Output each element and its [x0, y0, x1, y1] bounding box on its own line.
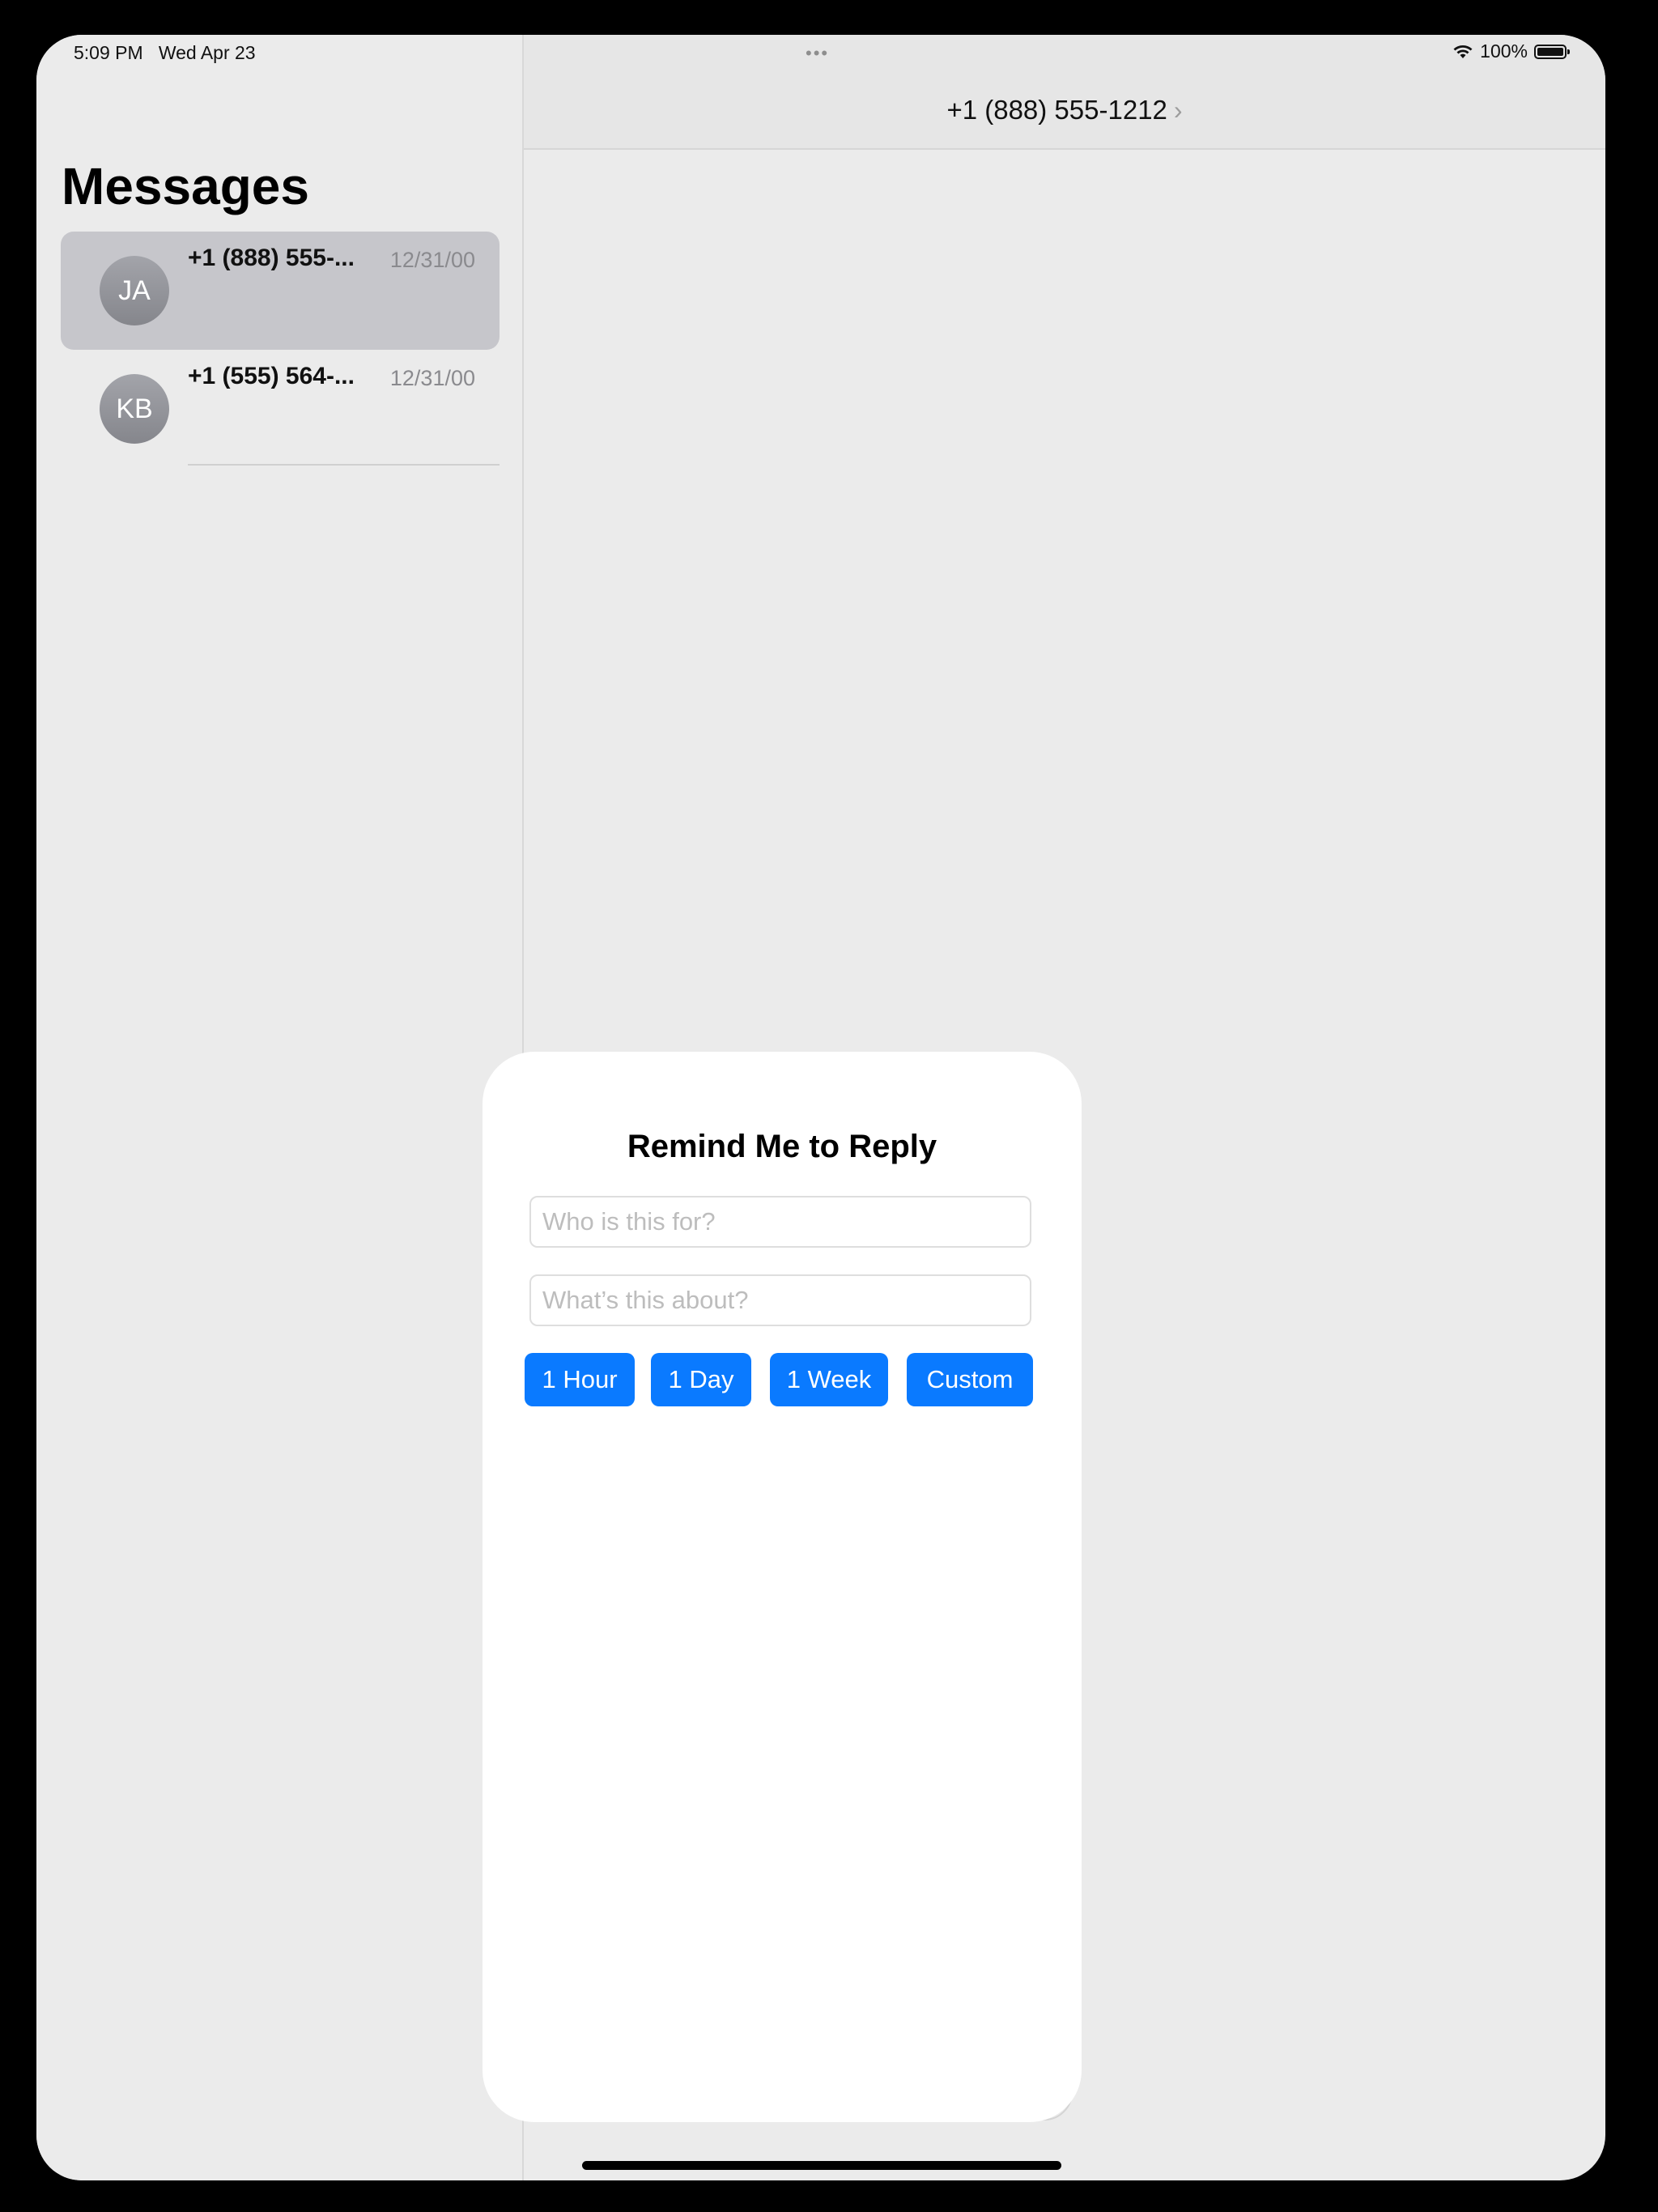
conversation-name: +1 (555) 564-... [188, 363, 355, 389]
page-title: Messages [62, 157, 309, 215]
ipad-screen: Messages JA +1 (888) 555-... 12/31/00 KB… [36, 35, 1605, 2180]
sheet-title: Remind Me to Reply [627, 1129, 937, 1164]
status-time: 5:09 PM Wed Apr 23 [74, 42, 256, 63]
battery-icon [1534, 44, 1570, 59]
multitask-dots-icon[interactable]: ••• [806, 43, 829, 64]
battery-percent: 100% [1480, 40, 1528, 62]
home-indicator[interactable] [582, 2161, 1061, 2170]
contact-title-button[interactable]: +1 (888) 555-1212 › [524, 95, 1605, 125]
avatar: JA [100, 256, 169, 325]
remind-me-sheet: Remind Me to Reply 1 Hour 1 Day 1 Week C… [483, 1052, 1082, 2122]
conversation-item-ja[interactable]: JA +1 (888) 555-... 12/31/00 [61, 232, 500, 350]
chevron-right-icon: › [1173, 96, 1183, 125]
status-indicators: 100% [1452, 40, 1570, 62]
wifi-icon [1453, 45, 1473, 58]
one-day-button[interactable]: 1 Day [651, 1353, 751, 1406]
list-divider [188, 464, 500, 466]
who-input[interactable] [529, 1196, 1031, 1248]
one-hour-button[interactable]: 1 Hour [525, 1353, 635, 1406]
one-week-button[interactable]: 1 Week [770, 1353, 888, 1406]
conversation-header: +1 (888) 555-1212 › [524, 35, 1605, 150]
about-input[interactable] [529, 1274, 1031, 1326]
conversation-date: 12/31/00 [389, 366, 475, 390]
conversation-date: 12/31/00 [389, 248, 475, 272]
avatar: KB [100, 374, 169, 444]
conversation-sidebar: Messages JA +1 (888) 555-... 12/31/00 KB… [36, 35, 524, 2180]
custom-button[interactable]: Custom [907, 1353, 1033, 1406]
conversation-item-kb[interactable]: KB +1 (555) 564-... 12/31/00 [61, 350, 500, 468]
contact-title: +1 (888) 555-1212 [946, 95, 1167, 125]
conversation-name: +1 (888) 555-... [188, 245, 355, 271]
